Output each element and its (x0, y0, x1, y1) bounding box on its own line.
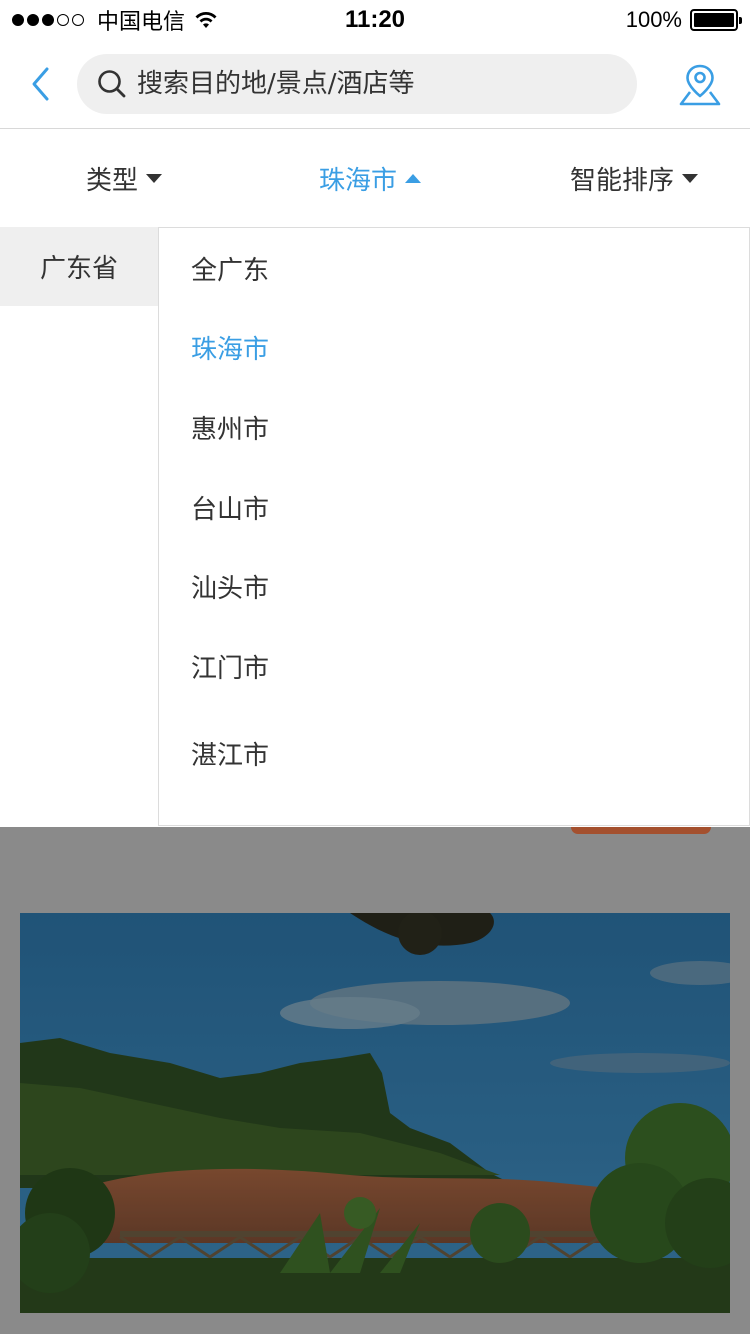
filter-type[interactable]: 类型 (86, 160, 163, 197)
filter-type-label: 类型 (86, 166, 139, 196)
scenery-image (20, 913, 730, 1313)
caret-up-icon (405, 174, 422, 183)
battery-icon (690, 9, 742, 31)
city-item[interactable]: 江门市 (191, 648, 269, 685)
city-dropdown: 广东省 全广东 珠海市 惠州市 台山市 汕头市 江门市 湛江市 (0, 227, 750, 827)
city-item[interactable]: 全广东 (191, 250, 269, 287)
location-button[interactable] (678, 62, 722, 108)
battery-percentage: 100% (625, 7, 682, 32)
search-icon (98, 70, 126, 98)
map-pin-icon (679, 64, 721, 106)
dim-overlay[interactable] (0, 827, 750, 1334)
city-item[interactable]: 台山市 (191, 489, 269, 526)
filter-sort-label: 智能排序 (570, 166, 675, 196)
city-item[interactable]: 汕头市 (191, 568, 269, 605)
filter-city-label: 珠海市 (319, 166, 398, 196)
province-item[interactable]: 广东省 (0, 227, 158, 306)
back-button[interactable] (20, 62, 60, 106)
status-right: 100% (625, 6, 742, 34)
search-box[interactable] (77, 54, 637, 114)
chevron-left-icon (32, 67, 49, 101)
caret-down-icon (682, 174, 699, 183)
city-list: 全广东 珠海市 惠州市 台山市 汕头市 江门市 湛江市 (158, 227, 750, 826)
background-button (571, 827, 711, 834)
search-input[interactable] (135, 68, 615, 100)
filter-sort[interactable]: 智能排序 (570, 160, 699, 197)
filter-city[interactable]: 珠海市 (319, 160, 422, 197)
scenery-dim (20, 913, 730, 1313)
province-list: 广东省 (0, 227, 158, 827)
nav-bar (0, 40, 750, 129)
status-bar: 中国电信 11:20 100% (0, 0, 750, 40)
city-item[interactable]: 惠州市 (191, 409, 269, 446)
filter-bar: 类型 珠海市 智能排序 (0, 130, 750, 227)
city-item[interactable]: 湛江市 (191, 735, 269, 772)
city-item-selected[interactable]: 珠海市 (191, 329, 269, 366)
caret-down-icon (146, 174, 163, 183)
